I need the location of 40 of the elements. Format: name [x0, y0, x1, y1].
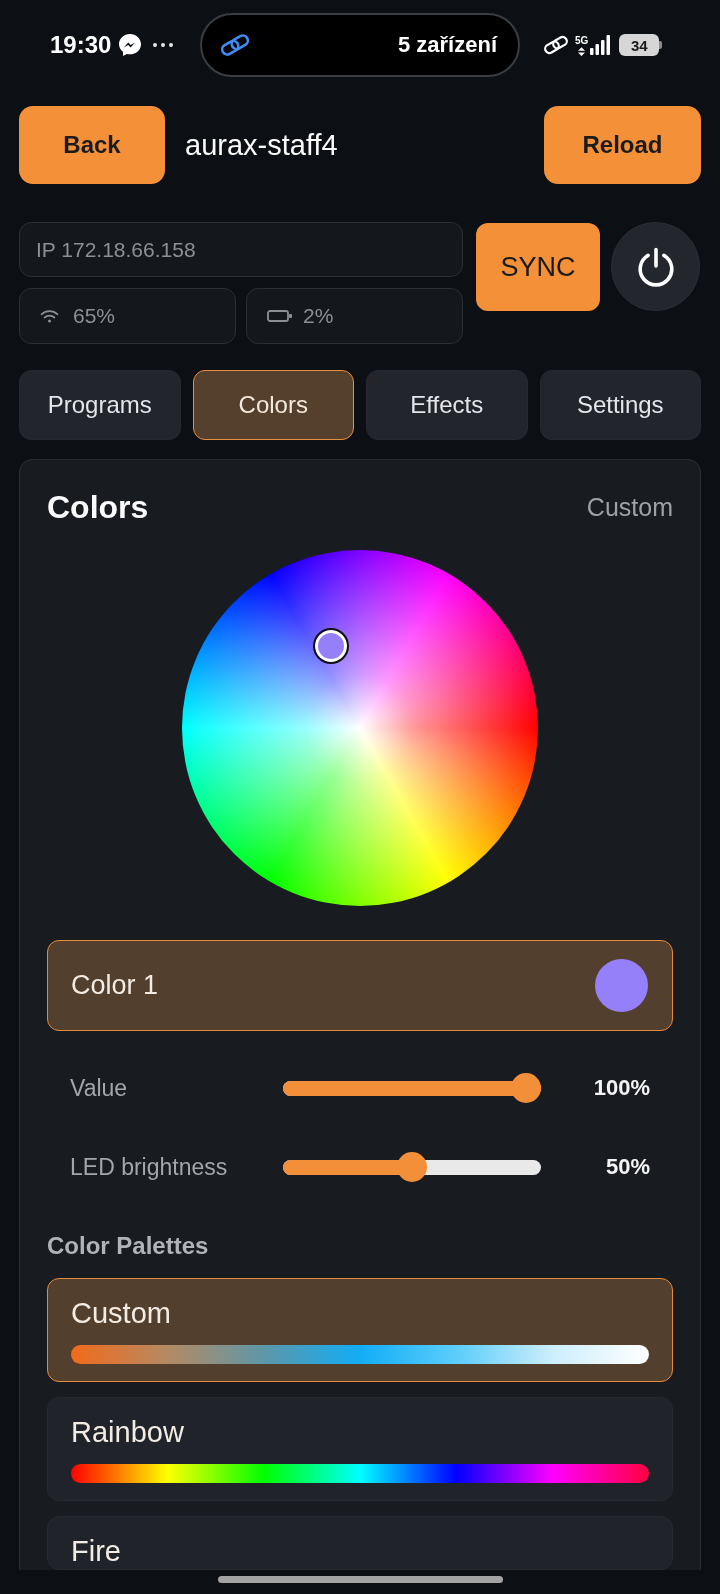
- network-type: 5G: [575, 34, 589, 46]
- data-arrows-icon: [578, 46, 586, 56]
- slider-value: 100%: [592, 1075, 650, 1101]
- more-dots-icon: [153, 43, 174, 47]
- picker-marker-icon[interactable]: [312, 628, 349, 665]
- panel-title: Colors: [47, 488, 149, 526]
- slider-label: Value: [70, 1074, 129, 1102]
- palette-option[interactable]: Fire: [47, 1516, 673, 1570]
- devices-pill[interactable]: 5 zařízení: [200, 13, 520, 77]
- tab[interactable]: Programs: [19, 370, 181, 440]
- back-button[interactable]: Back: [19, 106, 165, 184]
- power-icon: [637, 246, 674, 287]
- device-name: aurax-staff4: [185, 128, 338, 162]
- slider-thumb[interactable]: [511, 1073, 541, 1103]
- palettes-heading: Color Palettes: [47, 1231, 210, 1261]
- tab[interactable]: Effects: [366, 370, 528, 440]
- slider-thumb[interactable]: [397, 1152, 427, 1182]
- tab[interactable]: Colors: [192, 370, 354, 440]
- status-time: 19:30: [50, 31, 112, 59]
- slider-label: LED brightness: [70, 1153, 229, 1181]
- link-icon: [542, 34, 570, 56]
- signal-bars-icon: [590, 35, 611, 55]
- tab[interactable]: Settings: [539, 370, 701, 440]
- palette-option[interactable]: Rainbow: [47, 1397, 673, 1501]
- battery-indicator: 34: [619, 34, 664, 56]
- wifi-icon: [40, 309, 59, 323]
- ip-field: IP 172.18.66.158: [19, 222, 463, 277]
- battery-level-text: 2%: [303, 304, 334, 328]
- slider-value: 50%: [604, 1154, 650, 1180]
- color-slot[interactable]: Color 1: [47, 940, 673, 1031]
- chat-bubble-icon: [119, 34, 142, 56]
- link-icon: [218, 32, 252, 58]
- reload-button[interactable]: Reload: [544, 106, 701, 184]
- wifi-strength-text: 65%: [73, 304, 116, 328]
- palette-option[interactable]: Custom: [47, 1278, 673, 1382]
- slider-track[interactable]: [283, 1073, 541, 1103]
- battery-icon: [267, 310, 292, 322]
- slider-track[interactable]: [283, 1152, 541, 1182]
- active-palette-label: Custom: [586, 492, 673, 522]
- sync-button[interactable]: SYNC: [476, 223, 600, 311]
